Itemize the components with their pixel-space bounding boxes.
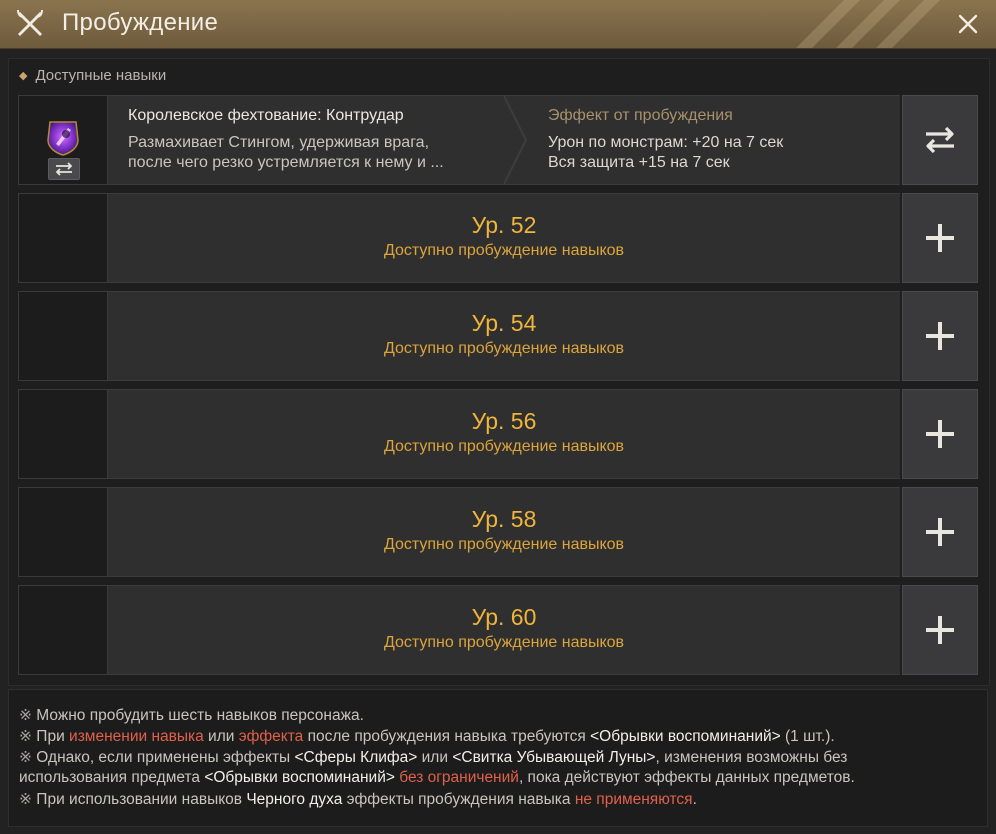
section-header: ◆ Доступные навыки (19, 67, 166, 84)
notes-panel: ※ Можно пробудить шесть навыков персонаж… (8, 689, 988, 827)
skill-desc-line-2: после чего резко устремляется к нему и .… (128, 154, 444, 171)
note-line-3: ※ Однако, если применены эффекты <Сферы … (19, 749, 848, 766)
slot-level: Ур. 60 (471, 604, 537, 630)
title-bar[interactable]: Пробуждение (0, 0, 996, 49)
slot-info: Ур. 60 Доступно пробуждение навыков (108, 585, 900, 675)
skill-description: Размахивает Стингом, удерживая врага, по… (128, 133, 488, 173)
effect-line-2: Вся защита +15 на 7 сек (548, 154, 730, 171)
empty-skill-slot[interactable] (18, 585, 108, 675)
plus-icon (926, 322, 954, 350)
awakening-window: Пробуждение ◆ Доступные навыки Королевск… (0, 0, 996, 834)
note-line-5: ※ При использовании навыков Черного духа… (19, 791, 697, 808)
slot-level: Ур. 54 (471, 310, 537, 336)
purple-skill-icon (47, 121, 79, 156)
note-line-2: ※ При изменении навыка или эффекта после… (19, 728, 835, 745)
empty-skill-slot[interactable] (18, 291, 108, 381)
crossed-axe-sword-icon (17, 10, 43, 36)
awakening-slot-row[interactable]: Ур. 60 Доступно пробуждение навыков (18, 585, 978, 675)
empty-skill-slot[interactable] (18, 193, 108, 283)
add-skill-button[interactable] (902, 193, 978, 283)
note-line-1: ※ Можно пробудить шесть навыков персонаж… (19, 707, 364, 724)
titlebar-decoration (796, 0, 940, 48)
add-skill-button[interactable] (902, 487, 978, 577)
window-title: Пробуждение (62, 9, 219, 36)
slot-level: Ур. 58 (471, 506, 537, 532)
awakened-skill-row[interactable]: Королевское фехтование: Контрудар Размах… (18, 95, 978, 185)
note-mark: ※ (19, 728, 32, 745)
skill-info: Королевское фехтование: Контрудар Размах… (108, 95, 900, 185)
slot-info: Ур. 52 Доступно пробуждение навыков (108, 193, 900, 283)
note-mark: ※ (19, 749, 32, 766)
section-label: Доступные навыки (35, 67, 167, 84)
slot-status: Доступно пробуждение навыков (383, 536, 625, 553)
slot-info: Ур. 56 Доступно пробуждение навыков (108, 389, 900, 479)
plus-icon (926, 224, 954, 252)
close-icon[interactable] (954, 10, 982, 38)
note-mark: ※ (19, 791, 32, 808)
note-mark: ※ (19, 707, 32, 724)
slot-info: Ур. 58 Доступно пробуждение навыков (108, 487, 900, 577)
add-skill-button[interactable] (902, 291, 978, 381)
awakening-slot-row[interactable]: Ур. 54 Доступно пробуждение навыков (18, 291, 978, 381)
skills-panel: ◆ Доступные навыки Королевское фехтовани… (8, 58, 990, 686)
plus-icon (926, 420, 954, 448)
skill-swap-badge[interactable] (48, 158, 80, 180)
skill-desc-line-1: Размахивает Стингом, удерживая врага, (128, 134, 430, 151)
diamond-bullet-icon: ◆ (19, 70, 28, 82)
skill-name: Королевское фехтование: Контрудар (128, 107, 404, 124)
empty-skill-slot[interactable] (18, 487, 108, 577)
awakening-slot-row[interactable]: Ур. 52 Доступно пробуждение навыков (18, 193, 978, 283)
slot-status: Доступно пробуждение навыков (383, 340, 625, 357)
slot-info: Ур. 54 Доступно пробуждение навыков (108, 291, 900, 381)
plus-icon (926, 518, 954, 546)
awakening-slot-row[interactable]: Ур. 58 Доступно пробуждение навыков (18, 487, 978, 577)
effect-title: Эффект от пробуждения (548, 107, 733, 124)
awakening-slot-row[interactable]: Ур. 56 Доступно пробуждение навыков (18, 389, 978, 479)
chevron-divider (504, 96, 528, 184)
swap-arrows-icon (55, 162, 73, 176)
effect-line-1: Урон по монстрам: +20 на 7 сек (548, 134, 784, 151)
swap-skill-button[interactable] (902, 95, 978, 185)
slot-level: Ур. 56 (471, 408, 537, 434)
slot-status: Доступно пробуждение навыков (383, 242, 625, 259)
skill-slot[interactable] (18, 95, 108, 185)
slot-level: Ур. 52 (471, 212, 537, 238)
note-line-4: использования предмета <Обрывки воспомин… (19, 769, 855, 786)
swap-arrows-icon (926, 126, 954, 154)
plus-icon (926, 616, 954, 644)
slot-status: Доступно пробуждение навыков (383, 634, 625, 651)
add-skill-button[interactable] (902, 389, 978, 479)
slot-status: Доступно пробуждение навыков (383, 438, 625, 455)
empty-skill-slot[interactable] (18, 389, 108, 479)
add-skill-button[interactable] (902, 585, 978, 675)
